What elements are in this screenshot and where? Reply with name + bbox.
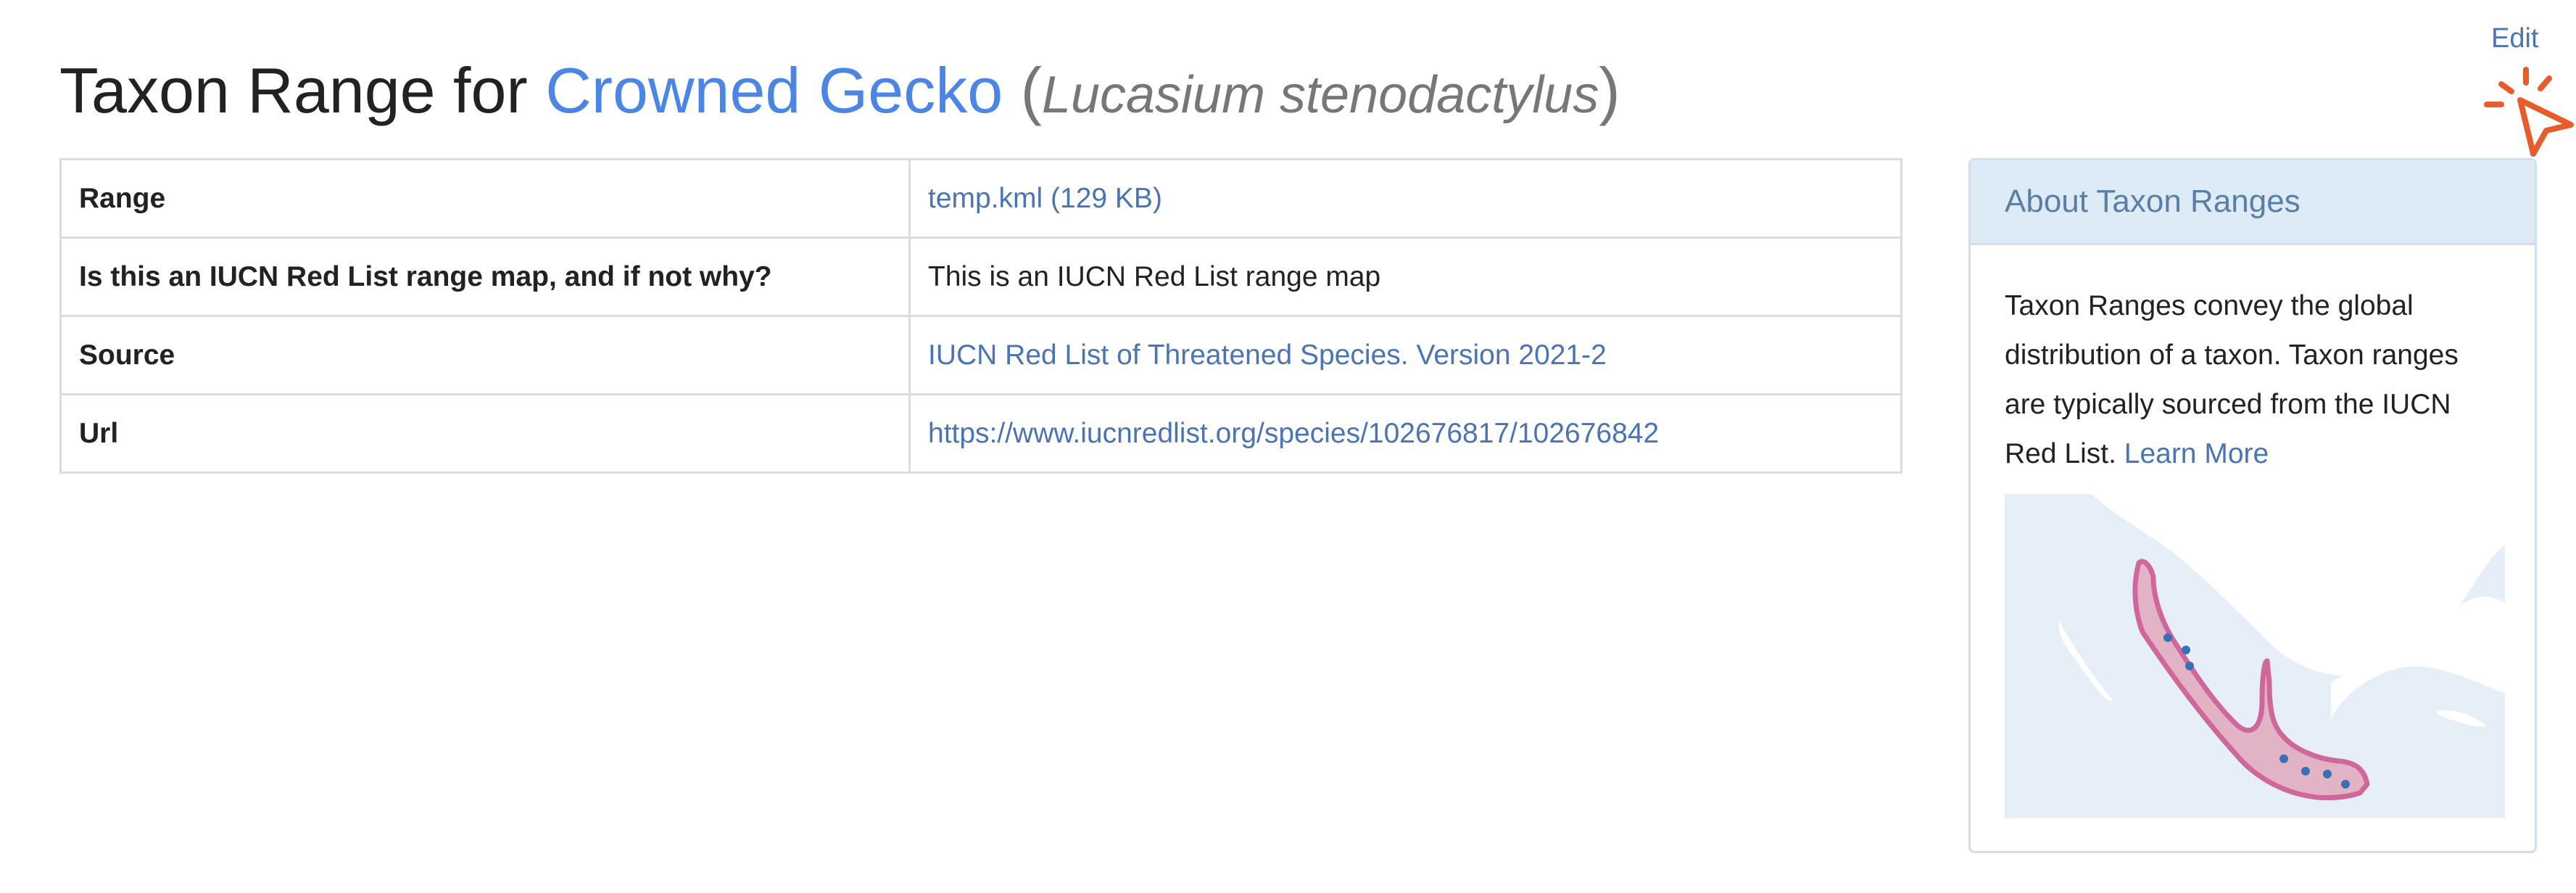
range-details-table: Range temp.kml (129 KB) Is this an IUCN … (59, 158, 1902, 474)
row-label-source: Source (59, 315, 911, 395)
paren-open: ( (1003, 54, 1042, 126)
learn-more-link[interactable]: Learn More (2124, 438, 2269, 469)
about-taxon-ranges-panel: About Taxon Ranges Taxon Ranges convey t… (1968, 158, 2537, 853)
range-map-illustration (2005, 494, 2505, 818)
source-link[interactable]: IUCN Red List of Threatened Species. Ver… (928, 339, 1607, 371)
iucn-status-value: This is an IUCN Red List range map (908, 236, 1902, 317)
about-panel-title: About Taxon Ranges (1971, 160, 2535, 245)
page-title: Taxon Range for Crowned Gecko (Lucasium … (59, 52, 1620, 129)
table-row: Is this an IUCN Red List range map, and … (59, 236, 1902, 317)
cursor-pointer-icon (2484, 67, 2574, 157)
range-file-link[interactable]: temp.kml (129 KB) (928, 183, 1162, 214)
table-row: Url https://www.iucnredlist.org/species/… (59, 393, 1902, 474)
row-label-iucn: Is this an IUCN Red List range map, and … (59, 236, 911, 317)
edit-link[interactable]: Edit (2491, 23, 2538, 54)
taxon-range-page: Edit Taxon Range for Crowned Gecko (Luca… (0, 0, 2576, 893)
url-link[interactable]: https://www.iucnredlist.org/species/1026… (928, 418, 1659, 449)
about-panel-body: Taxon Ranges convey the global distribut… (1971, 245, 2535, 479)
paren-close: ) (1599, 54, 1620, 126)
table-row: Range temp.kml (129 KB) (59, 158, 1902, 239)
title-prefix: Taxon Range for (59, 54, 546, 126)
scientific-name: Lucasium stenodactylus (1041, 66, 1599, 124)
row-label-range: Range (59, 158, 911, 239)
common-name-link[interactable]: Crowned Gecko (545, 54, 1003, 126)
row-label-url: Url (59, 393, 911, 474)
table-row: Source IUCN Red List of Threatened Speci… (59, 315, 1902, 395)
